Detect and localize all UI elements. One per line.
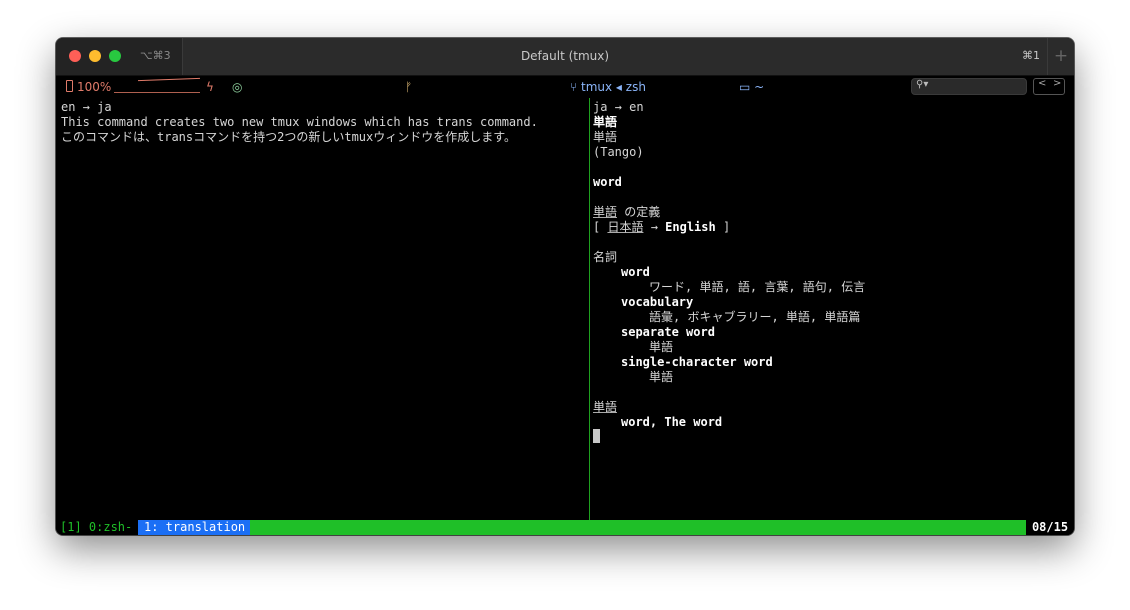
definition-title: 単語 の定義: [593, 205, 660, 220]
window-title: Default (tmux): [520, 49, 610, 63]
title-bar: ⌥⌘3 Default (tmux) ⌘1 +: [56, 38, 1074, 76]
example-first: word: [621, 415, 650, 429]
directory-label: ~: [754, 80, 765, 94]
entry-gloss: ワード, 単語, 語, 言葉, 語句, 伝言: [649, 280, 866, 294]
current-directory: ▭ ~: [739, 79, 764, 95]
cpu-graph-icon: [138, 77, 200, 82]
battery-level: 100%: [77, 80, 112, 94]
search-nav: < >: [1033, 78, 1065, 95]
part-of-speech: 名詞: [593, 250, 618, 264]
window-shortcut: ⌘1: [1022, 49, 1040, 62]
terminal-cursor: [593, 429, 600, 443]
source-word-plain: 単語: [593, 130, 618, 144]
example-rest: , The word: [649, 415, 723, 429]
direction-header: ja → en: [593, 100, 644, 114]
tmux-session-label: tmux ◂ zsh: [581, 80, 646, 94]
network-icon: ◎: [232, 80, 243, 94]
example-line: word, The word: [621, 415, 722, 430]
search-icon: ⚲▾: [916, 79, 929, 90]
right-pane[interactable]: ja → en 単語 単語 (Tango) word 単語 の定義 [ 日本語 …: [593, 98, 1073, 516]
entry-gloss: 語彙, ボキャブラリー, 単語, 単語篇: [649, 310, 861, 324]
entry-gloss: 単語: [649, 370, 674, 384]
search-next-button[interactable]: >: [1053, 78, 1061, 89]
tmux-window-list[interactable]: [1] 0:zsh-: [60, 520, 132, 535]
terminal-line: This command creates two new tmux window…: [61, 115, 538, 129]
terminal-line: en → ja: [61, 100, 112, 114]
cpu-graph-baseline: [114, 92, 200, 93]
definition-title-suffix: の定義: [617, 205, 661, 219]
example-heading: 単語: [593, 400, 618, 414]
left-pane[interactable]: en → ja This command creates two new tmu…: [56, 98, 589, 516]
language-pair: [ 日本語 → English ]: [593, 220, 730, 235]
entry-term: single-character word: [621, 355, 773, 369]
lang-close: ]: [715, 220, 731, 234]
lang-from: 日本語: [607, 220, 644, 234]
lang-arrow: →: [643, 220, 666, 234]
lang-open: [: [593, 220, 608, 234]
battery-icon: [66, 80, 73, 92]
new-tab-button[interactable]: +: [1047, 38, 1074, 75]
terminal-window: ⌥⌘3 Default (tmux) ⌘1 + 100% ϟ ◎ ᚠ ⑂ tmu…: [56, 38, 1074, 535]
primary-translation: word: [593, 175, 622, 189]
entry-term: vocabulary: [621, 295, 694, 309]
folder-icon: ▭: [739, 80, 755, 94]
pane-divider[interactable]: [589, 98, 590, 520]
tmux-session-info: ⑂ tmux ◂ zsh: [570, 79, 646, 95]
entry-term: word: [621, 265, 650, 279]
status-bar: 100% ϟ ◎ ᚠ ⑂ tmux ◂ zsh ▭ ~ ⚲▾ < >: [56, 76, 1074, 98]
search-prev-button[interactable]: <: [1038, 78, 1046, 89]
source-word: 単語: [593, 115, 618, 129]
tmux-active-window[interactable]: 1: translation: [138, 520, 250, 535]
entry-term: separate word: [621, 325, 715, 339]
definition-title-word: 単語: [593, 205, 618, 219]
tmux-status-bar: [1] 0:zsh- 1: translation 08/15: [56, 520, 1074, 535]
charging-icon: ϟ: [206, 80, 214, 94]
tmux-clock: 08/15: [1026, 520, 1074, 535]
git-branch-icon: ᚠ: [405, 80, 413, 94]
lang-to: English: [665, 220, 716, 234]
tmux-status-fill: [250, 520, 1026, 535]
reading: (Tango): [593, 145, 644, 159]
entry-gloss: 単語: [649, 340, 674, 354]
terminal-line: このコマンドは、transコマンドを持つ2つの新しいtmuxウィンドウを作成しま…: [61, 130, 517, 144]
battery-indicator: 100%: [66, 79, 111, 95]
search-input[interactable]: ⚲▾: [911, 78, 1027, 95]
branch-icon: ⑂: [570, 80, 582, 94]
